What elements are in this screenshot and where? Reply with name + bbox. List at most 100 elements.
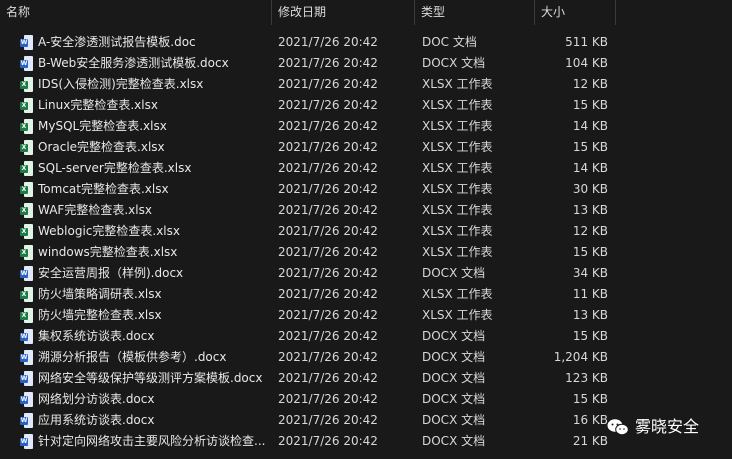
file-name: 防火墙策略调研表.xlsx [38, 287, 162, 301]
file-name-cell[interactable]: Xwindows完整检查表.xlsx [20, 242, 270, 263]
file-size: 11 KB [572, 287, 608, 301]
file-type-badge: X [20, 207, 28, 215]
file-name-cell[interactable]: X Linux完整检查表.xlsx [20, 95, 270, 116]
file-size: 123 KB [565, 371, 608, 385]
file-row[interactable]: X SQL-server完整检查表.xlsx 2021/7/26 20:42 XLSX… [0, 158, 732, 179]
file-type: DOC 文档 [422, 35, 477, 49]
file-name-cell[interactable]: X SQL-server完整检查表.xlsx [20, 158, 270, 179]
column-header-name[interactable]: ^ 名称 [0, 0, 272, 25]
file-size: 16 KB [572, 413, 608, 427]
column-header-size[interactable]: 大小 [535, 0, 616, 25]
file-name: SQL-server完整检查表.xlsx [38, 161, 192, 175]
column-header-type[interactable]: 类型 [415, 0, 535, 25]
file-name-cell[interactable]: W 针对定向网络攻击主要风险分析访谈检查... [20, 431, 270, 452]
file-size: 511 KB [565, 35, 608, 49]
file-name-cell[interactable]: W 网络安全等级保护等级测评方案模板.docx [20, 368, 270, 389]
file-type: DOCX 文档 [422, 56, 486, 70]
file-date: 2021/7/26 20:42 [278, 182, 378, 196]
file-name-cell[interactable]: W 网络划分访谈表.docx [20, 389, 270, 410]
file-size: 34 KB [572, 266, 608, 280]
word-doc-icon: W [20, 35, 33, 50]
file-row[interactable]: W 网络安全等级保护等级测评方案模板.docx 2021/7/26 20:42 DOC… [0, 368, 732, 389]
file-date: 2021/7/26 20:42 [278, 266, 378, 280]
file-row[interactable]: X MySQL完整检查表.xlsx 2021/7/26 20:42 XLSX 工作表 1… [0, 116, 732, 137]
file-name-cell[interactable]: W B-Web安全服务渗透测试模板.docx [20, 53, 270, 74]
file-row[interactable]: X WAF完整检查表.xlsx 2021/7/26 20:42 XLSX 工作表 13 … [0, 200, 732, 221]
file-type: XLSX 工作表 [422, 308, 493, 322]
file-name-cell[interactable]: X Tomcat完整检查表.xlsx [20, 179, 270, 200]
file-type: DOCX 文档 [422, 413, 486, 427]
file-name: B-Web安全服务渗透测试模板.docx [38, 56, 229, 70]
file-type-badge: W [20, 270, 28, 278]
excel-sheet-icon: X [20, 203, 33, 218]
file-name-cell[interactable]: W 溯源分析报告（模板供参考）.docx [20, 347, 270, 368]
file-date: 2021/7/26 20:42 [278, 140, 378, 154]
file-row[interactable]: X 防火墙策略调研表.xlsx 2021/7/26 20:42 XLSX 工作表 11 … [0, 284, 732, 305]
file-size: 14 KB [572, 119, 608, 133]
file-row[interactable]: X Tomcat完整检查表.xlsx 2021/7/26 20:42 XLSX 工作表… [0, 179, 732, 200]
file-row[interactable]: W B-Web安全服务渗透测试模板.docx 2021/7/26 20:42 DOCX… [0, 53, 732, 74]
file-date: 2021/7/26 20:42 [278, 35, 378, 49]
file-type: DOCX 文档 [422, 392, 486, 406]
file-row[interactable]: X Weblogic完整检查表.xlsx 2021/7/26 20:42 XLSX 工… [0, 221, 732, 242]
file-name: 针对定向网络攻击主要风险分析访谈检查... [38, 434, 266, 448]
column-header-date-label: 修改日期 [278, 5, 327, 19]
excel-sheet-icon: X [20, 287, 33, 302]
file-type-badge: W [20, 60, 28, 68]
file-name-cell[interactable]: W 集权系统访谈表.docx [20, 326, 270, 347]
file-name: windows完整检查表.xlsx [38, 245, 178, 259]
word-doc-icon: W [20, 56, 33, 71]
file-date: 2021/7/26 20:42 [278, 98, 378, 112]
file-name-cell[interactable]: W 安全运营周报（样例).docx [20, 263, 270, 284]
file-name: 安全运营周报（样例).docx [38, 266, 184, 280]
file-name-cell[interactable]: X 防火墙策略调研表.xlsx [20, 284, 270, 305]
file-row[interactable]: W 溯源分析报告（模板供参考）.docx 2021/7/26 20:42 DOCX 文… [0, 347, 732, 368]
file-row[interactable]: W 安全运营周报（样例).docx 2021/7/26 20:42 DOCX 文档 34… [0, 263, 732, 284]
file-name-cell[interactable]: W 应用系统访谈表.docx [20, 410, 270, 431]
word-doc-icon: W [20, 371, 33, 386]
excel-sheet-icon: X [20, 224, 33, 239]
file-name-cell[interactable]: X Oracle完整检查表.xlsx [20, 137, 270, 158]
file-name-cell[interactable]: X MySQL完整检查表.xlsx [20, 116, 270, 137]
file-date: 2021/7/26 20:42 [278, 434, 378, 448]
file-date: 2021/7/26 20:42 [278, 77, 378, 91]
file-type: XLSX 工作表 [422, 140, 493, 154]
file-type-badge: X [20, 165, 28, 173]
file-type-badge: W [20, 417, 28, 425]
file-size: 12 KB [572, 77, 608, 91]
file-type: DOCX 文档 [422, 371, 486, 385]
file-type: XLSX 工作表 [422, 203, 493, 217]
file-name-cell[interactable]: W A-安全渗透测试报告模板.doc [20, 32, 270, 53]
word-doc-icon: W [20, 413, 33, 428]
file-size: 30 KB [572, 182, 608, 196]
column-header-date[interactable]: 修改日期 [272, 0, 415, 25]
file-name: 网络安全等级保护等级测评方案模板.docx [38, 371, 263, 385]
file-type-badge: W [20, 39, 28, 47]
file-type-badge: W [20, 396, 28, 404]
file-name-cell[interactable]: X 防火墙完整检查表.xlsx [20, 305, 270, 326]
file-row[interactable]: W A-安全渗透测试报告模板.doc 2021/7/26 20:42 DOC 文档 51… [0, 32, 732, 53]
column-header-name-label: 名称 [6, 5, 31, 19]
file-type-badge: W [20, 333, 28, 341]
file-size: 13 KB [572, 203, 608, 217]
excel-sheet-icon: X [20, 245, 33, 260]
file-row[interactable]: X Oracle完整检查表.xlsx 2021/7/26 20:42 XLSX 工作表… [0, 137, 732, 158]
file-row[interactable]: X IDS(入侵检测)完整检查表.xlsx 2021/7/26 20:42 XLSX … [0, 74, 732, 95]
file-row[interactable]: W 网络划分访谈表.docx 2021/7/26 20:42 DOCX 文档 15 KB [0, 389, 732, 410]
file-row[interactable]: Xwindows完整检查表.xlsx 2021/7/26 20:42 XLSX 工作… [0, 242, 732, 263]
file-row[interactable]: X Linux完整检查表.xlsx 2021/7/26 20:42 XLSX 工作表 1… [0, 95, 732, 116]
file-name-cell[interactable]: X Weblogic完整检查表.xlsx [20, 221, 270, 242]
excel-sheet-icon: X [20, 308, 33, 323]
file-date: 2021/7/26 20:42 [278, 287, 378, 301]
file-name-cell[interactable]: X IDS(入侵检测)完整检查表.xlsx [20, 74, 270, 95]
file-date: 2021/7/26 20:42 [278, 161, 378, 175]
file-name-cell[interactable]: X WAF完整检查表.xlsx [20, 200, 270, 221]
file-row[interactable]: X 防火墙完整检查表.xlsx 2021/7/26 20:42 XLSX 工作表 13 … [0, 305, 732, 326]
file-size: 1,204 KB [553, 350, 608, 364]
file-type: XLSX 工作表 [422, 182, 493, 196]
file-type: XLSX 工作表 [422, 77, 493, 91]
file-type: XLSX 工作表 [422, 224, 493, 238]
column-header-size-label: 大小 [541, 5, 566, 19]
file-type: XLSX 工作表 [422, 287, 493, 301]
file-row[interactable]: W 集权系统访谈表.docx 2021/7/26 20:42 DOCX 文档 15 KB [0, 326, 732, 347]
